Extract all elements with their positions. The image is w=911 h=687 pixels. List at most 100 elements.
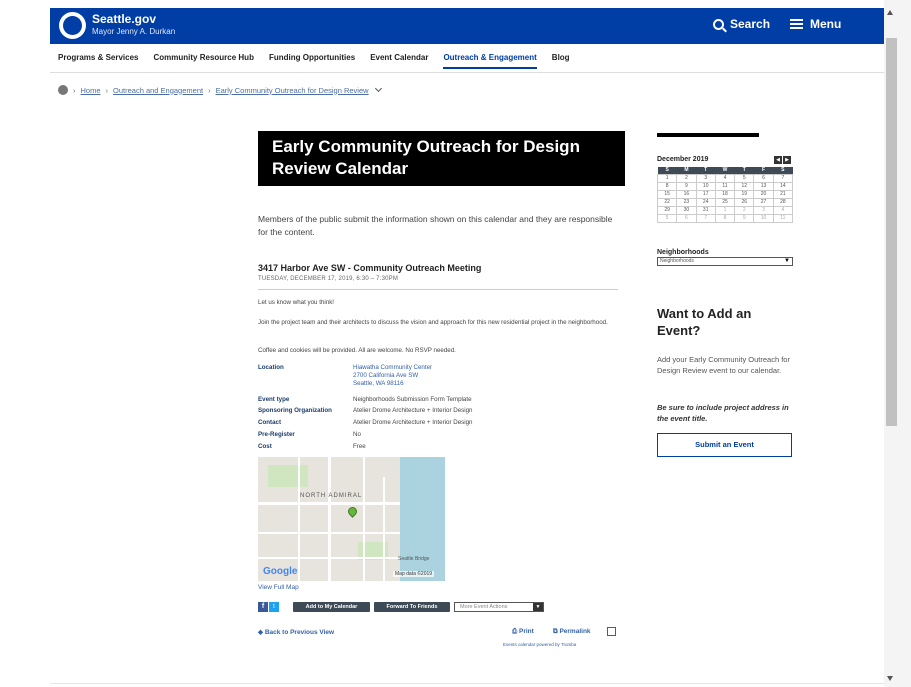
brand-title[interactable]: Seattle.gov <box>92 12 156 26</box>
nav-item-funding[interactable]: Funding Opportunities <box>269 53 355 69</box>
calendar-day[interactable]: 7 <box>695 213 716 223</box>
calendar-day[interactable]: 19 <box>734 189 755 199</box>
calendar-day[interactable]: 3 <box>695 173 716 183</box>
detail-value: Atelier Drome Architecture + Interior De… <box>353 419 473 426</box>
nav-item-event-calendar[interactable]: Event Calendar <box>370 53 428 69</box>
calendar-day[interactable]: 9 <box>734 213 755 223</box>
map-area-label: NORTH ADMIRAL <box>300 493 363 499</box>
calendar-day[interactable]: 15 <box>656 189 678 199</box>
breadcrumb-current[interactable]: Early Community Outreach for Design Revi… <box>216 86 369 95</box>
calendar-day[interactable]: 21 <box>772 189 794 199</box>
location-street-link[interactable]: 2700 California Ave SW <box>353 372 432 380</box>
more-actions-label: More Event Actions <box>460 604 508 610</box>
prev-month-icon[interactable]: ◀ <box>774 156 782 164</box>
detail-label: Sponsoring Organization <box>258 407 332 414</box>
calendar-day[interactable]: 26 <box>734 197 755 207</box>
view-full-map-link[interactable]: View Full Map <box>258 584 299 591</box>
calendar-day[interactable]: 18 <box>714 189 736 199</box>
calendar-day[interactable]: 29 <box>656 205 678 215</box>
page-title-block: Early Community Outreach for Design Revi… <box>258 131 625 186</box>
location-map[interactable]: NORTH ADMIRAL Seattle Bridge Google Map … <box>258 457 445 581</box>
calendar-day[interactable]: 2 <box>734 205 755 215</box>
calendar-day[interactable]: 10 <box>695 181 716 191</box>
permalink-link[interactable]: ⧉ Permalink <box>553 628 591 636</box>
calendar-day[interactable]: 31 <box>695 205 716 215</box>
neighborhoods-select[interactable]: Neighborhoods ▼ <box>657 257 793 266</box>
event-para-3: Coffee and cookies will be provided. All… <box>258 347 456 354</box>
calendar-day[interactable]: 4 <box>772 205 794 215</box>
calendar-day[interactable]: 6 <box>753 173 774 183</box>
scrollbar-thumb[interactable] <box>886 38 897 426</box>
detail-label: Event type <box>258 396 290 403</box>
add-to-calendar-button[interactable]: Add to My Calendar <box>293 602 370 612</box>
calendar-day[interactable]: 5 <box>734 173 755 183</box>
location-city-link[interactable]: Seattle, WA 98116 <box>353 380 432 388</box>
event-para-2: Join the project team and their architec… <box>258 319 608 326</box>
nav-item-resource-hub[interactable]: Community Resource Hub <box>154 53 254 69</box>
weekday-header: W <box>715 167 735 174</box>
nav-item-programs[interactable]: Programs & Services <box>58 53 139 69</box>
calendar-day[interactable]: 11 <box>714 181 736 191</box>
calendar-day[interactable]: 2 <box>676 173 697 183</box>
calendar-day[interactable]: 27 <box>753 197 774 207</box>
home-icon[interactable] <box>58 85 68 95</box>
chevron-down-icon[interactable] <box>374 84 382 93</box>
calendar-day[interactable]: 5 <box>656 213 678 223</box>
calendar-icon[interactable] <box>607 627 616 636</box>
add-event-heading: Want to Add an Event? <box>657 306 752 338</box>
map-place-label: Seattle Bridge <box>398 556 430 562</box>
calendar-day[interactable]: 7 <box>772 173 794 183</box>
calendar-day[interactable]: 1 <box>714 205 736 215</box>
calendar-day[interactable]: 17 <box>695 189 716 199</box>
location-name-link[interactable]: Hiawatha Community Center <box>353 364 432 372</box>
weekday-header: F <box>753 167 774 174</box>
weekday-header: S <box>773 167 793 174</box>
calendar-day[interactable]: 24 <box>695 197 716 207</box>
calendar-day[interactable]: 25 <box>714 197 736 207</box>
facebook-icon[interactable]: f <box>258 602 268 612</box>
menu-label: Menu <box>810 17 842 31</box>
print-link[interactable]: ⎙ Print <box>512 628 534 636</box>
calendar-day[interactable]: 22 <box>656 197 678 207</box>
add-event-text: Add your Early Community Outreach for De… <box>657 355 790 375</box>
calendar-day[interactable]: 28 <box>772 197 794 207</box>
event-date: TUESDAY, DECEMBER 17, 2019, 6:30 – 7:30P… <box>258 276 399 282</box>
calendar-day[interactable]: 4 <box>714 173 736 183</box>
forward-to-friends-button[interactable]: Forward To Friends <box>374 602 450 612</box>
calendar-day[interactable]: 1 <box>656 173 678 183</box>
calendar-day[interactable]: 20 <box>753 189 774 199</box>
calendar-day[interactable]: 6 <box>676 213 697 223</box>
more-event-actions-select[interactable]: More Event Actions ▼ <box>454 602 544 612</box>
breadcrumb-home[interactable]: Home <box>81 86 101 95</box>
submit-event-button[interactable]: Submit an Event <box>657 433 792 457</box>
calendar-day[interactable]: 13 <box>753 181 774 191</box>
mini-calendar: S M T W T F S 1 2 3 4 5 6 7 8 9 10 11 12… <box>656 167 794 223</box>
search-button[interactable]: Search <box>713 17 770 31</box>
nav-item-blog[interactable]: Blog <box>552 53 570 69</box>
calendar-day[interactable]: 30 <box>676 205 697 215</box>
calendar-day[interactable]: 14 <box>772 181 794 191</box>
seattle-logo-icon[interactable] <box>59 12 86 39</box>
calendar-day[interactable]: 8 <box>656 181 678 191</box>
nav-item-outreach[interactable]: Outreach & Engagement <box>443 53 537 69</box>
calendar-day[interactable]: 16 <box>676 189 697 199</box>
calendar-day[interactable]: 3 <box>753 205 774 215</box>
scroll-up-icon[interactable] <box>887 10 893 15</box>
event-para-1: Let us know what you think! <box>258 299 335 306</box>
calendar-day[interactable]: 12 <box>734 181 755 191</box>
powered-by-text[interactable]: Events calendar powered by Trumba <box>503 642 576 647</box>
map-pin-icon[interactable] <box>346 505 359 518</box>
breadcrumb-outreach[interactable]: Outreach and Engagement <box>113 86 203 95</box>
calendar-day[interactable]: 9 <box>676 181 697 191</box>
scroll-down-icon[interactable] <box>887 676 893 681</box>
brand-subtitle: Mayor Jenny A. Durkan <box>92 27 176 36</box>
calendar-day[interactable]: 11 <box>772 213 794 223</box>
calendar-day[interactable]: 10 <box>753 213 774 223</box>
calendar-day[interactable]: 23 <box>676 197 697 207</box>
calendar-day[interactable]: 8 <box>714 213 736 223</box>
menu-button[interactable]: Menu <box>790 17 841 31</box>
twitter-icon[interactable]: t <box>269 602 279 612</box>
map-data-credit: Map data ©2019 <box>393 571 435 577</box>
back-to-previous-link[interactable]: ◆ Back to Previous View <box>258 628 334 636</box>
next-month-icon[interactable]: ▶ <box>783 156 791 164</box>
